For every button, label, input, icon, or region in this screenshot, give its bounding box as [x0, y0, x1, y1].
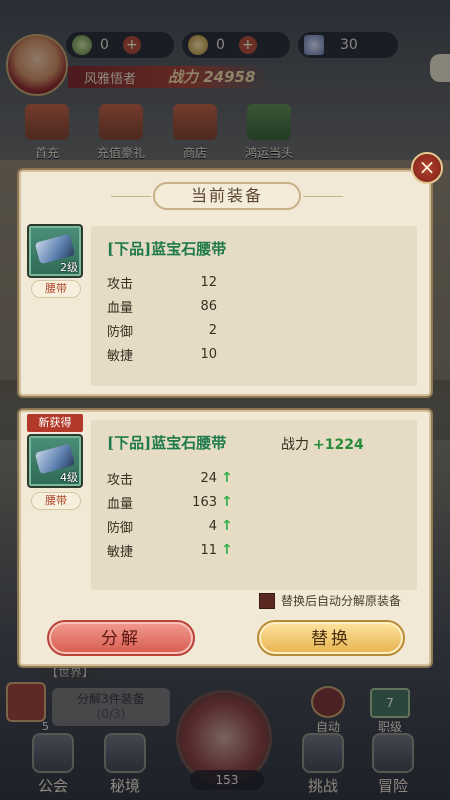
belt-item-icon[interactable]: 4级 — [27, 434, 83, 488]
stat-name: 血量 — [107, 496, 134, 512]
panel-title: 当前装备 — [111, 182, 343, 210]
new-obtained-tag: 新获得 — [27, 414, 83, 432]
stat-value: 4 — [208, 518, 217, 534]
new-equipment-panel: 新获得 4级 腰带 [下品]蓝宝石腰带 战力 +1224 攻击 24 ↑ 血量 1… — [19, 410, 431, 666]
item-details: [下品]蓝宝石腰带 战力 +1224 攻击 24 ↑ 血量 163 ↑ 防御 4 … — [91, 420, 417, 590]
power-change: 战力 +1224 — [281, 434, 364, 454]
stat-name: 攻击 — [107, 276, 134, 292]
auto-decompose-label: 替换后自动分解原装备 — [281, 594, 402, 608]
belt-item-icon[interactable]: 2级 — [27, 224, 83, 278]
replace-button[interactable]: 替换 — [257, 620, 405, 656]
arrow-up-icon: ↑ — [221, 494, 233, 510]
slot-tag: 腰带 — [31, 280, 81, 298]
power-label: 战力 — [281, 437, 309, 453]
stat-value: 10 — [200, 346, 217, 362]
auto-decompose-toggle[interactable]: 替换后自动分解原装备 — [259, 592, 401, 609]
arrow-up-icon: ↑ — [221, 542, 233, 558]
stat-value: 11 — [200, 542, 217, 558]
stat-value: 24 — [200, 470, 217, 486]
stat-name: 敏捷 — [107, 348, 134, 364]
stat-name: 敏捷 — [107, 544, 134, 560]
stat-value: 163 — [192, 494, 217, 510]
stat-row: 攻击 12 — [107, 270, 217, 294]
stat-row: 血量 86 — [107, 294, 217, 318]
stat-row: 攻击 24 ↑ — [107, 466, 237, 490]
stat-row: 敏捷 11 ↑ — [107, 538, 237, 562]
stat-name: 防御 — [107, 324, 134, 340]
stat-row: 防御 2 — [107, 318, 217, 342]
item-level: 4级 — [60, 471, 78, 484]
slot-tag: 腰带 — [31, 492, 81, 510]
stat-name: 防御 — [107, 520, 134, 536]
close-button[interactable]: × — [411, 152, 443, 184]
stat-row: 防御 4 ↑ — [107, 514, 237, 538]
stat-list: 攻击 24 ↑ 血量 163 ↑ 防御 4 ↑ 敏捷 11 ↑ — [107, 466, 237, 562]
item-details: [下品]蓝宝石腰带 攻击 12 血量 86 防御 2 敏捷 10 — [91, 226, 417, 386]
arrow-up-icon: ↑ — [221, 518, 233, 534]
stat-value: 86 — [200, 298, 217, 314]
power-delta-value: +1224 — [313, 437, 364, 453]
stat-list: 攻击 12 血量 86 防御 2 敏捷 10 — [107, 270, 217, 366]
stat-row: 敏捷 10 — [107, 342, 217, 366]
stat-row: 血量 163 ↑ — [107, 490, 237, 514]
stat-value: 12 — [200, 274, 217, 290]
arrow-up-icon: ↑ — [221, 470, 233, 486]
close-icon: × — [418, 155, 436, 179]
item-name: [下品]蓝宝石腰带 — [107, 434, 227, 452]
stat-name: 攻击 — [107, 472, 134, 488]
item-name: [下品]蓝宝石腰带 — [107, 240, 227, 258]
stat-value: 2 — [208, 322, 217, 338]
current-equipment-panel: 当前装备 2级 腰带 [下品]蓝宝石腰带 攻击 12 血量 86 防御 2 敏捷… — [19, 170, 431, 396]
auto-decompose-checkbox[interactable] — [259, 592, 275, 609]
item-level: 2级 — [60, 261, 78, 274]
stat-name: 血量 — [107, 300, 134, 316]
modal-overlay[interactable] — [0, 0, 450, 800]
decompose-button[interactable]: 分解 — [47, 620, 195, 656]
